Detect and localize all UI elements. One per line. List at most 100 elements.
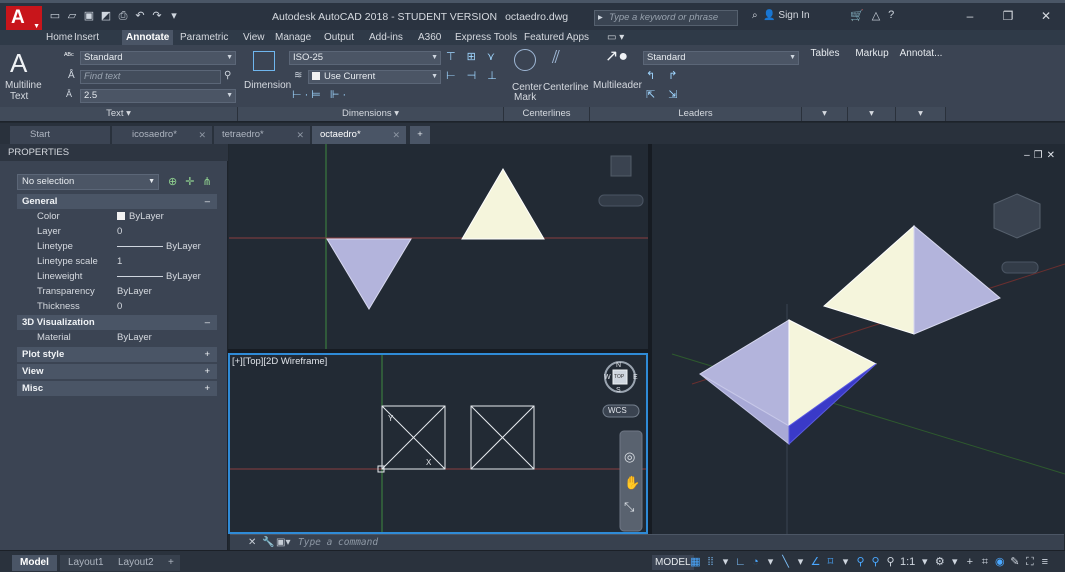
- dim-tools-row3-icons[interactable]: ⊢·⊨ ⊩·: [292, 89, 349, 101]
- text-height-select[interactable]: 2.5 ▼: [80, 89, 236, 103]
- command-line[interactable]: ✕ 🔧 ▣▾ Type a command: [230, 534, 1064, 550]
- ribbon-minimize-toggle[interactable]: ▭ ▾: [607, 30, 624, 45]
- leader-style-select[interactable]: Standard ▼: [643, 51, 799, 65]
- snap-dropdown-icon[interactable]: ▾: [720, 555, 731, 570]
- qat-dropdown-icon[interactable]: ▾: [167, 9, 181, 23]
- prop-row-linetype[interactable]: Linetype ByLayer: [17, 239, 217, 254]
- wcs-ghost-3d[interactable]: [1001, 261, 1039, 274]
- viewcube-ghost[interactable]: [610, 155, 632, 177]
- toggle-pickadd-icon[interactable]: ⊕: [168, 175, 177, 188]
- ribbon-tab-parametric[interactable]: Parametric: [180, 30, 228, 45]
- markup-panel-footer[interactable]: ▾: [848, 107, 896, 121]
- prop-row-linetype-scale[interactable]: Linetype scale 1: [17, 254, 217, 269]
- annotation-visibility-icon[interactable]: ⚲: [855, 555, 866, 570]
- viewport-front[interactable]: [229, 144, 648, 349]
- viewcube-3d[interactable]: [993, 193, 1041, 239]
- file-tab-start[interactable]: Start: [10, 126, 110, 144]
- layout-tab-model[interactable]: Model: [12, 555, 57, 571]
- wcs-label[interactable]: WCS: [608, 406, 627, 415]
- ribbon-tab-a360[interactable]: A360: [418, 30, 441, 45]
- find-replace-icon[interactable]: ⚲: [224, 70, 231, 81]
- viewport-top[interactable]: [+][Top][2D Wireframe] N S W E TOP WCS ◎…: [228, 353, 648, 534]
- view-category[interactable]: View +: [17, 364, 217, 379]
- plot-style-category[interactable]: Plot style +: [17, 347, 217, 362]
- text-panel-footer[interactable]: Text ▾: [0, 107, 238, 121]
- recent-commands-icon[interactable]: ▣▾: [276, 535, 290, 550]
- sign-in-button[interactable]: ⌕ 👤 Sign In: [752, 10, 810, 21]
- scale-dropdown-icon[interactable]: ▾: [919, 555, 930, 570]
- ortho-icon[interactable]: ∟: [735, 555, 746, 570]
- cart-icon[interactable]: 🛒: [850, 9, 864, 22]
- binoculars-icon[interactable]: ⌕: [752, 10, 758, 21]
- isodraft-icon[interactable]: ╲: [780, 555, 791, 570]
- annotation-scale-icon[interactable]: ⚲: [885, 555, 896, 570]
- pan-icon[interactable]: ✋: [624, 473, 640, 493]
- general-category[interactable]: General –: [17, 194, 217, 209]
- select-objects-icon[interactable]: ✛: [185, 175, 194, 188]
- visualization-category[interactable]: 3D Visualization –: [17, 315, 217, 330]
- leader-tools-row1-icons[interactable]: ↰ ↱: [646, 70, 683, 82]
- ribbon-tab-manage[interactable]: Manage: [275, 30, 311, 45]
- layout-tab-layout2[interactable]: Layout2: [110, 555, 162, 571]
- ribbon-tab-featured-apps[interactable]: Featured Apps: [524, 30, 589, 45]
- selection-select[interactable]: No selection ▼: [17, 174, 159, 190]
- polar-dropdown-icon[interactable]: ▾: [765, 555, 776, 570]
- viewport-label[interactable]: [+][Top][2D Wireframe]: [232, 356, 327, 367]
- ribbon-tab-view[interactable]: View: [243, 30, 265, 45]
- dimension-layer-select[interactable]: Use Current ▼: [308, 70, 441, 84]
- viewport-splitter-horizontal[interactable]: [228, 349, 648, 353]
- close-icon[interactable]: ✕: [1027, 6, 1065, 26]
- isodraft-dropdown-icon[interactable]: ▾: [795, 555, 806, 570]
- osnap-dropdown-icon[interactable]: ▾: [840, 555, 851, 570]
- save-icon[interactable]: ▣: [82, 9, 96, 23]
- workspace-dropdown-icon[interactable]: ▾: [949, 555, 960, 570]
- new-tab-button[interactable]: +: [410, 126, 430, 144]
- application-menu-button[interactable]: A ▼: [6, 6, 42, 30]
- object-snap-icon[interactable]: ⌑: [825, 555, 836, 570]
- customization-menu-icon[interactable]: ≡: [1039, 555, 1050, 570]
- markup-panel[interactable]: Markup: [850, 48, 894, 106]
- layout-tab-layout1[interactable]: Layout1: [60, 555, 112, 571]
- undo-icon[interactable]: ↶: [133, 9, 147, 23]
- new-icon[interactable]: ▭: [48, 9, 62, 23]
- redo-icon[interactable]: ↷: [150, 9, 164, 23]
- annotation-scaling-panel[interactable]: Annotat...: [898, 48, 944, 106]
- search-input[interactable]: ▸ Type a keyword or phrase: [594, 10, 738, 26]
- units-icon[interactable]: ⌗: [979, 555, 990, 570]
- plot-icon[interactable]: ⎙: [116, 9, 130, 23]
- prop-row-color[interactable]: Color ByLayer: [17, 209, 217, 224]
- leader-tools-row2-icons[interactable]: ⇱ ⇲: [646, 89, 683, 101]
- annotation-panel-footer[interactable]: ▾: [896, 107, 946, 121]
- annotation-monitor-icon[interactable]: +: [964, 555, 975, 570]
- customize-icon[interactable]: 🔧: [262, 535, 274, 550]
- search-expand-icon[interactable]: ▸: [598, 11, 603, 25]
- restore-icon[interactable]: ❐: [989, 6, 1027, 26]
- file-tab-icosaedro[interactable]: icosaedro* ✕: [112, 126, 212, 144]
- close-tab-icon[interactable]: ✕: [198, 126, 206, 144]
- workspace-gear-icon[interactable]: ⚙: [934, 555, 945, 570]
- prop-row-lineweight[interactable]: Lineweight ByLayer: [17, 269, 217, 284]
- auto-scale-icon[interactable]: ⚲: [870, 555, 881, 570]
- close-tab-icon[interactable]: ✕: [296, 126, 304, 144]
- hardware-acceleration-icon[interactable]: ◉: [994, 555, 1005, 570]
- viewport-3d[interactable]: –❐✕: [652, 144, 1065, 534]
- object-snap-tracking-icon[interactable]: ∠: [810, 555, 821, 570]
- dim-tools-row1-icons[interactable]: ⊤ ⊞ ⋎: [446, 51, 499, 63]
- isolate-objects-icon[interactable]: ✎: [1009, 555, 1020, 570]
- ribbon-tab-output[interactable]: Output: [324, 30, 354, 45]
- dimensions-panel-footer[interactable]: Dimensions ▾: [238, 107, 504, 121]
- dimension-style-select[interactable]: ISO-25 ▼: [289, 51, 441, 65]
- ribbon-tab-add-ins[interactable]: Add-ins: [369, 30, 403, 45]
- prop-row-thickness[interactable]: Thickness 0: [17, 299, 217, 314]
- ribbon-tab-home[interactable]: Home: [46, 30, 73, 45]
- clean-screen-icon[interactable]: ⛶: [1024, 555, 1035, 570]
- save-as-icon[interactable]: ◩: [99, 9, 113, 23]
- open-icon[interactable]: ▱: [65, 9, 79, 23]
- find-text-input[interactable]: Find text: [80, 70, 221, 84]
- tables-panel-footer[interactable]: ▾: [802, 107, 848, 121]
- snap-icon[interactable]: ⁞⁞: [705, 555, 716, 570]
- prop-row-layer[interactable]: Layer 0: [17, 224, 217, 239]
- close-tab-icon[interactable]: ✕: [392, 126, 400, 144]
- ribbon-tab-insert[interactable]: Insert: [74, 30, 99, 45]
- leaders-panel-footer[interactable]: Leaders: [590, 107, 802, 121]
